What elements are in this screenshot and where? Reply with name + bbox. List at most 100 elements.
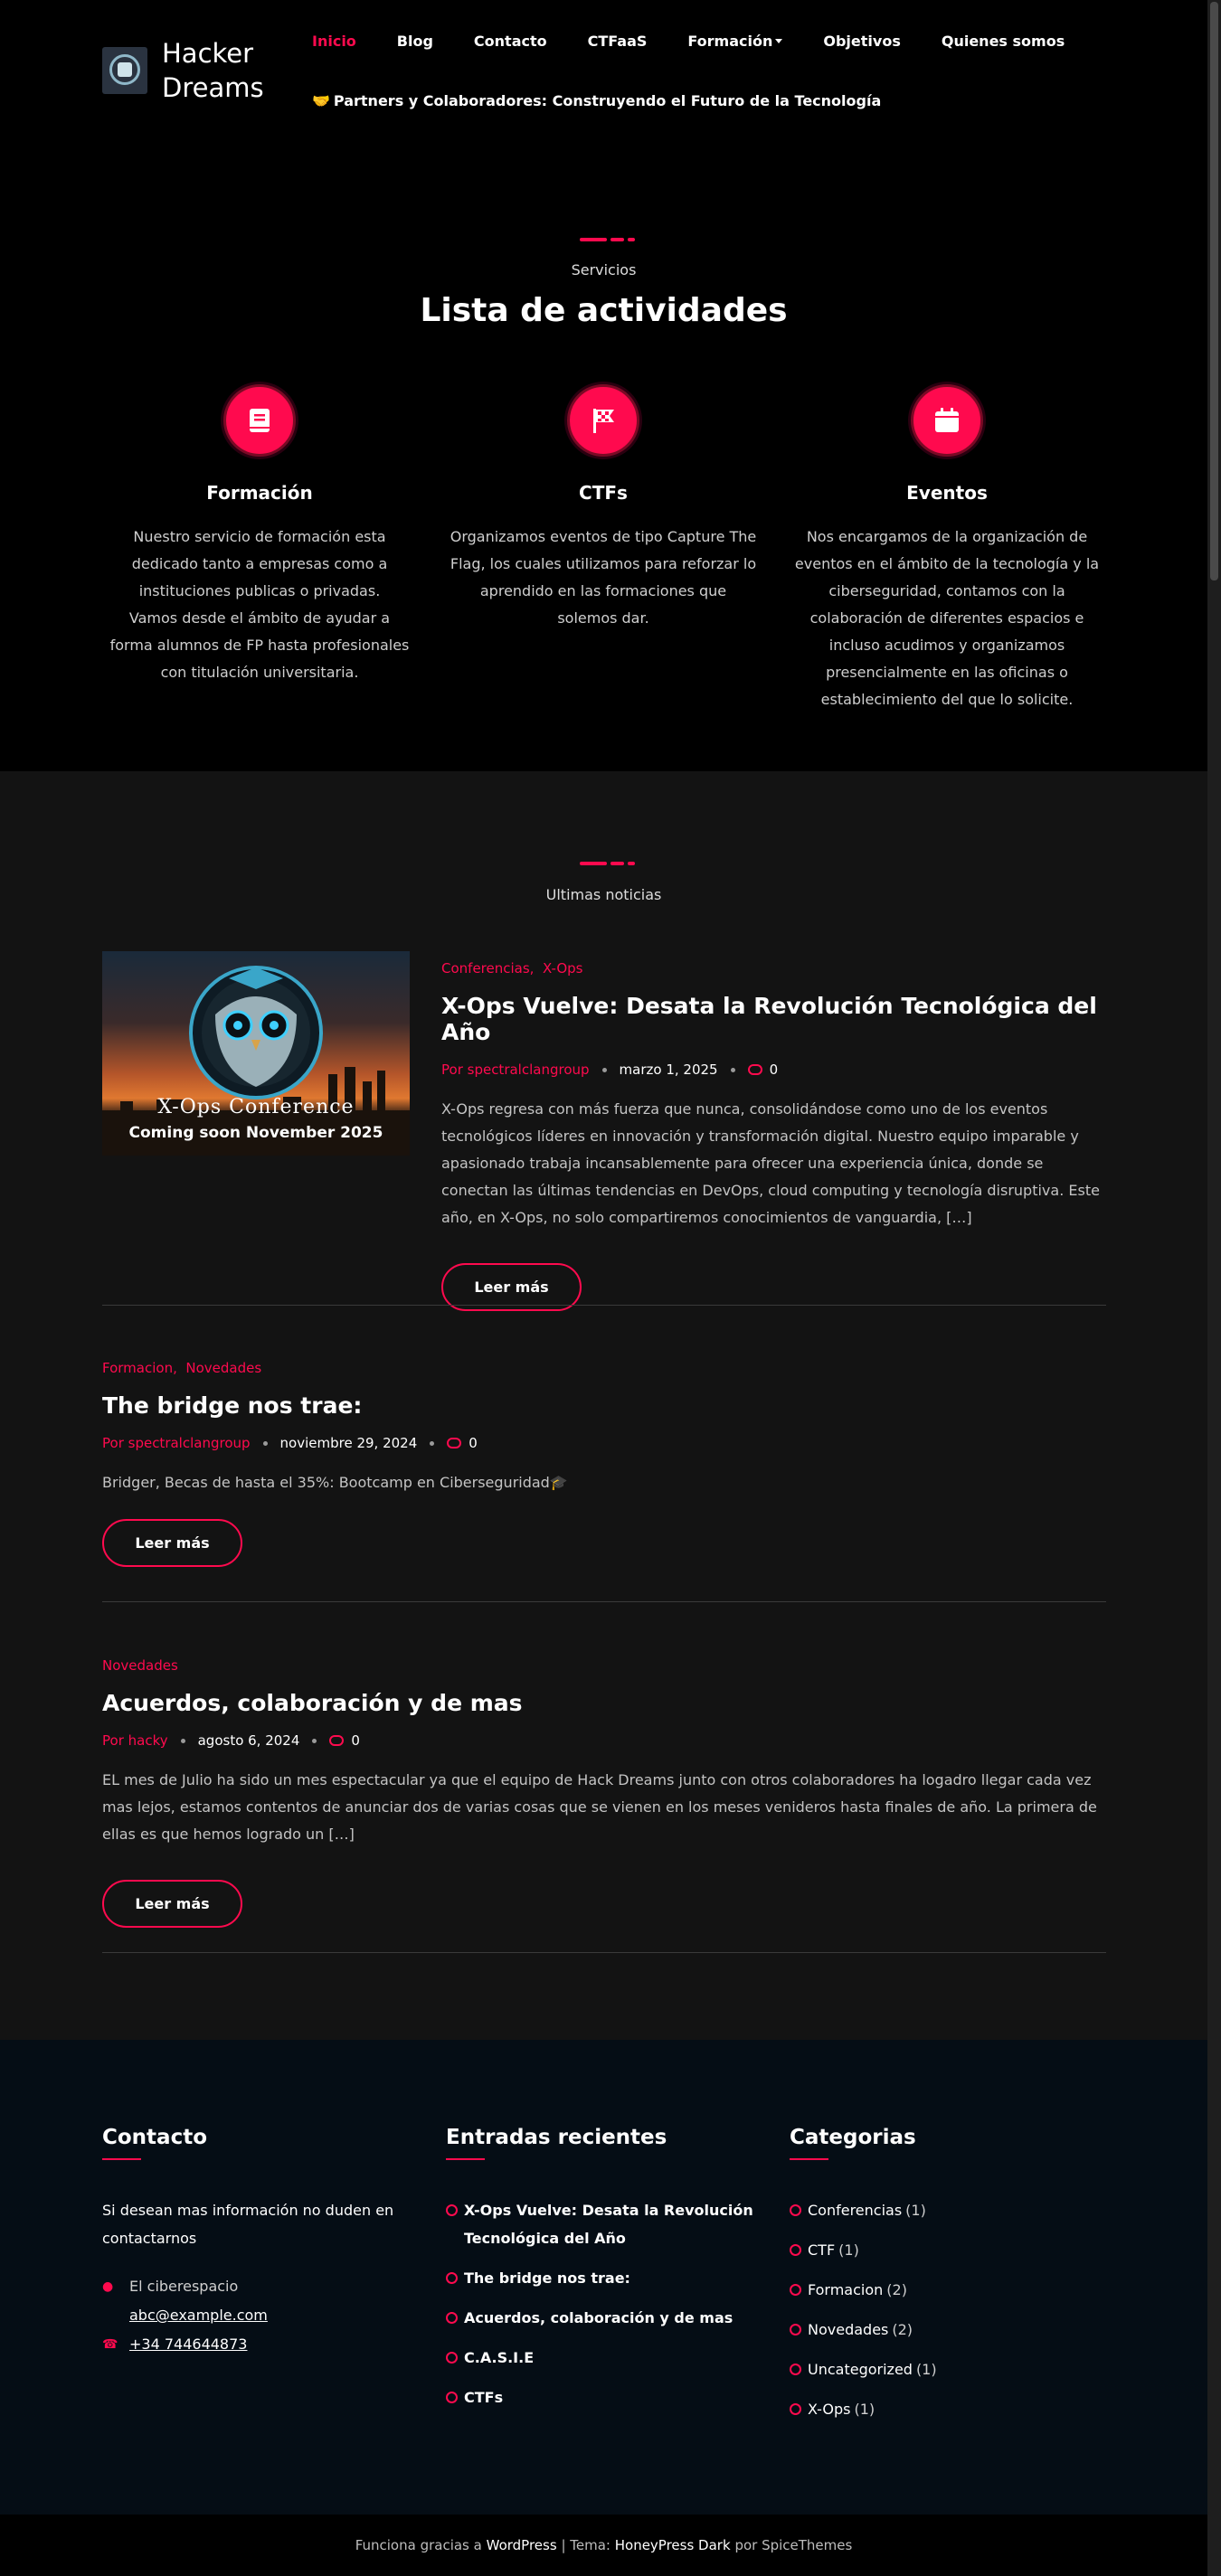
book-icon — [223, 384, 296, 457]
category-link[interactable]: Novedades — [808, 2316, 888, 2344]
email-link[interactable]: abc@example.com — [129, 2301, 268, 2330]
contact-email: abc@example.com — [102, 2301, 410, 2330]
post-title[interactable]: The bridge nos trae: — [102, 1392, 1106, 1419]
circle-bullet-icon — [446, 2352, 458, 2364]
footer-heading: Contacto — [102, 2126, 207, 2149]
heading-underline — [446, 2158, 485, 2160]
services-label: Servicios — [571, 261, 637, 278]
post-category-link[interactable]: Conferencias — [441, 960, 530, 977]
nav-contacto[interactable]: Contacto — [474, 33, 547, 54]
service-formacion: Formación Nuestro servicio de formación … — [106, 384, 413, 686]
site-title[interactable]: Hacker Dreams — [162, 36, 279, 105]
meta-separator — [262, 1440, 268, 1446]
category-link[interactable]: CTF — [808, 2236, 835, 2264]
post-categories: Formacion, Novedades — [102, 1360, 262, 1376]
footer-heading: Entradas recientes — [446, 2126, 667, 2149]
post-category-link[interactable]: X-Ops — [543, 960, 583, 977]
post-date[interactable]: agosto 6, 2024 — [198, 1732, 300, 1749]
post-item: Formacion, Novedades The bridge nos trae… — [102, 1360, 1106, 1567]
category-link[interactable]: Uncategorized — [808, 2355, 913, 2383]
section-accent — [580, 862, 635, 865]
category-link[interactable]: Formacion — [808, 2276, 883, 2304]
post-title[interactable]: Acuerdos, colaboración y de mas — [102, 1690, 1106, 1716]
footer-categories: Categorias Conferencias (1) CTF (1) Formac… — [790, 2126, 1097, 2435]
comment-icon — [329, 1735, 345, 1746]
theme-link[interactable]: HoneyPress Dark — [615, 2537, 731, 2553]
post-author[interactable]: Por hacky — [102, 1732, 168, 1749]
list-item: X-Ops Vuelve: Desata la Revolución Tecno… — [446, 2196, 753, 2252]
recent-post-link[interactable]: The bridge nos trae: — [464, 2264, 630, 2292]
post-divider — [102, 1952, 1106, 1953]
nav-formacion[interactable]: Formación — [687, 33, 783, 54]
post-category-link[interactable]: Formacion — [102, 1360, 173, 1376]
wordpress-link[interactable]: WordPress — [487, 2537, 557, 2553]
nav-inicio[interactable]: Inicio — [312, 33, 356, 54]
post-comment-count[interactable]: 0 — [469, 1435, 478, 1451]
nav-ctfaas[interactable]: CTFaaS — [588, 33, 648, 54]
flag-icon — [567, 384, 639, 457]
nav-partners[interactable]: 🤝 Partners y Colaboradores: Construyendo … — [312, 92, 881, 109]
post-author[interactable]: Por spectralclangroup — [102, 1435, 251, 1451]
footer-heading: Categorias — [790, 2126, 916, 2149]
copyright-bar: Funciona gracias a WordPress | Tema: Hon… — [0, 2515, 1207, 2576]
meta-separator — [601, 1067, 607, 1072]
category-link[interactable]: X-Ops — [808, 2395, 850, 2423]
post-category-link[interactable]: Novedades — [102, 1657, 178, 1674]
list-item: Formacion (2) — [790, 2276, 1097, 2304]
list-item: Novedades (2) — [790, 2316, 1097, 2344]
post-categories: Conferencias, X-Ops — [441, 960, 583, 977]
post-comment-count[interactable]: 0 — [351, 1732, 360, 1749]
post-category-link[interactable]: Novedades — [185, 1360, 261, 1376]
comment-icon — [747, 1064, 762, 1075]
nav-blog[interactable]: Blog — [397, 33, 433, 54]
post-date[interactable]: noviembre 29, 2024 — [280, 1435, 418, 1451]
powered-text: Funciona gracias a — [355, 2537, 482, 2553]
post-comment-count[interactable]: 0 — [770, 1062, 779, 1078]
post-meta: Por hacky agosto 6, 2024 0 — [102, 1732, 1106, 1749]
category-count: (2) — [886, 2281, 907, 2298]
post-thumbnail[interactable]: X-Ops Conference Coming soon November 20… — [102, 951, 410, 1156]
service-text: Nuestro servicio de formación esta dedic… — [109, 528, 410, 681]
circle-bullet-icon — [446, 2204, 458, 2216]
circle-bullet-icon — [790, 2244, 801, 2256]
recent-posts-list: X-Ops Vuelve: Desata la Revolución Tecno… — [446, 2196, 753, 2411]
category-link[interactable]: Conferencias — [808, 2196, 902, 2224]
post-meta: Por spectralclangroup marzo 1, 2025 0 — [441, 1062, 1106, 1078]
circle-bullet-icon — [446, 2392, 458, 2403]
post-title[interactable]: X-Ops Vuelve: Desata la Revolución Tecno… — [441, 993, 1106, 1045]
post-excerpt: X-Ops regresa con más fuerza que nunca, … — [441, 1100, 1100, 1226]
recent-post-link[interactable]: Acuerdos, colaboración y de mas — [464, 2304, 733, 2332]
services-title: Lista de actividades — [420, 292, 788, 329]
circle-bullet-icon — [790, 2204, 801, 2216]
circle-bullet-icon — [446, 2272, 458, 2284]
contact-place: ● El ciberespacio — [102, 2272, 410, 2301]
read-more-button[interactable]: Leer más — [102, 1519, 242, 1567]
theme-author: por SpiceThemes — [734, 2537, 853, 2553]
categories-list: Conferencias (1) CTF (1) Formacion (2) Nove… — [790, 2196, 1097, 2423]
post-date[interactable]: marzo 1, 2025 — [620, 1062, 718, 1078]
comment-icon — [447, 1438, 462, 1448]
phone-link[interactable]: +34 744644873 — [129, 2330, 247, 2359]
recent-post-link[interactable]: X-Ops Vuelve: Desata la Revolución Tecno… — [464, 2196, 753, 2252]
category-count: (2) — [892, 2321, 913, 2338]
read-more-button[interactable]: Leer más — [102, 1880, 242, 1928]
post-excerpt: Bridger, Becas de hasta el 35%: Bootcamp… — [102, 1474, 568, 1491]
footer-recent-posts: Entradas recientes X-Ops Vuelve: Desata … — [446, 2126, 753, 2423]
site-logo[interactable] — [102, 47, 147, 94]
list-item: The bridge nos trae: — [446, 2264, 753, 2292]
services-section: Servicios Lista de actividades Formación… — [0, 176, 1207, 771]
heading-underline — [790, 2158, 828, 2160]
post-author[interactable]: Por spectralclangroup — [441, 1062, 590, 1078]
service-title: CTFs — [579, 482, 628, 504]
post-divider — [102, 1305, 1106, 1306]
nav-quienes-somos[interactable]: Quienes somos — [942, 33, 1065, 54]
category-count: (1) — [905, 2202, 926, 2219]
nav-objetivos[interactable]: Objetivos — [823, 33, 900, 54]
page-scrollbar[interactable] — [1207, 0, 1221, 2576]
scrollbar-thumb[interactable] — [1210, 2, 1218, 580]
service-title: Eventos — [906, 482, 988, 504]
news-label: Ultimas noticias — [545, 886, 662, 903]
recent-post-link[interactable]: CTFs — [464, 2383, 503, 2411]
recent-post-link[interactable]: C.A.S.I.E — [464, 2344, 534, 2372]
thumbnail-caption-title: X-Ops Conference — [157, 1096, 355, 1118]
